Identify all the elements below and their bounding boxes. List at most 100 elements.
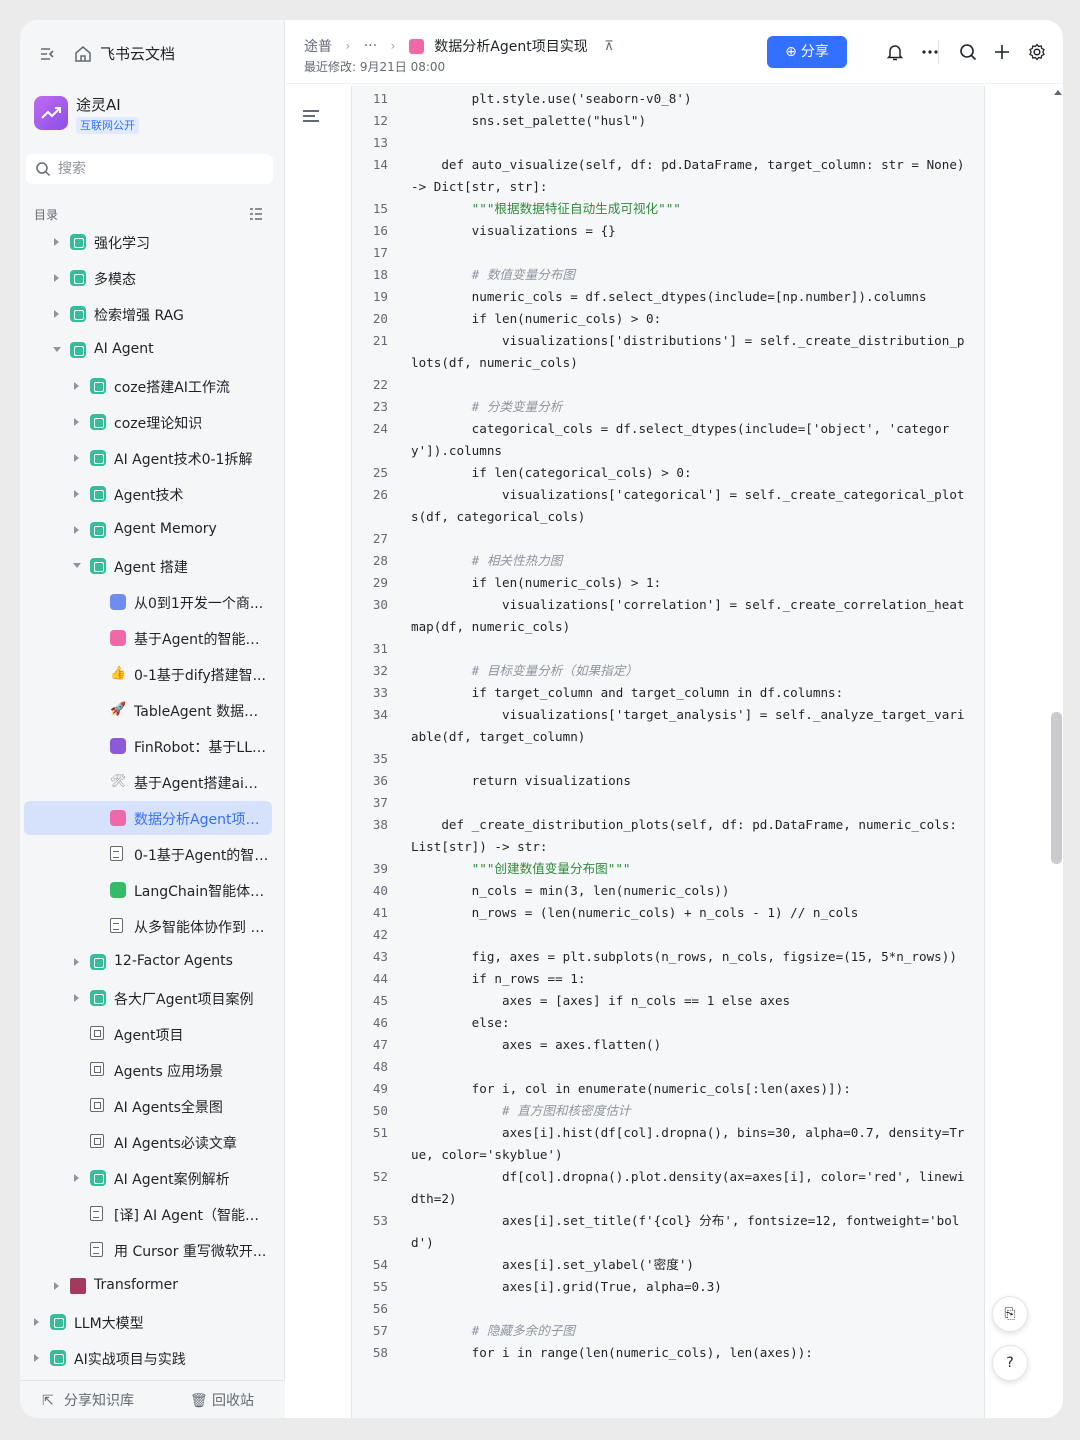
sidebar-item[interactable]: AI Agent xyxy=(20,332,285,368)
globe-icon: ⊕ xyxy=(785,44,797,60)
sidebar-item[interactable]: 从多智能体协作到 A... xyxy=(20,908,285,944)
sidebar-item[interactable]: 各大厂Agent项目案例 xyxy=(20,980,285,1016)
line-number: 39 xyxy=(372,861,388,876)
code-text: else: xyxy=(411,1015,510,1030)
toc-heading: 目录 xyxy=(34,208,59,222)
sidebar-item[interactable]: coze理论知识 xyxy=(20,404,285,440)
code-text: sns.set_palette("husl") xyxy=(411,113,647,128)
trend-icon xyxy=(41,107,61,119)
sidebar-item[interactable]: LangChain智能体开... xyxy=(20,872,285,908)
code-line: 39 """创建数值变量分布图""" xyxy=(352,858,984,880)
sidebar-item[interactable]: Agent技术 xyxy=(20,476,285,512)
sidebar-item[interactable]: AI Agents全景图 xyxy=(20,1088,285,1124)
scrollbar-thumb[interactable] xyxy=(1051,712,1062,864)
chevron-right-icon[interactable] xyxy=(74,454,79,462)
code-line: 48 xyxy=(352,1056,984,1078)
sidebar-item-label: AI Agent xyxy=(94,341,154,357)
sidebar-item[interactable]: 🛠 基于Agent搭建ai论... xyxy=(20,764,285,800)
outline-toggle-icon[interactable] xyxy=(303,108,321,124)
sidebar-item-label: 数据分析Agent项目... xyxy=(134,812,270,828)
chevron-right-icon[interactable] xyxy=(54,1282,59,1290)
plus-icon[interactable] xyxy=(992,42,1012,62)
doc-doc-icon xyxy=(110,846,123,861)
pin-icon[interactable]: ⊼ xyxy=(604,39,614,54)
scroll-up-arrow-icon[interactable] xyxy=(1054,90,1062,95)
sidebar-item[interactable]: AI Agent技术0-1拆解 xyxy=(20,440,285,476)
chevron-right-icon[interactable] xyxy=(54,310,59,318)
bell-icon[interactable] xyxy=(885,42,905,62)
code-text: axes[i].set_ylabel('密度') xyxy=(411,1257,694,1272)
line-number: 23 xyxy=(372,399,388,414)
chevron-right-icon[interactable] xyxy=(54,238,59,246)
help-icon[interactable]: ? xyxy=(992,1345,1028,1381)
sidebar-item[interactable]: 多模态 xyxy=(20,260,285,296)
sidebar-item[interactable]: Agent项目 xyxy=(20,1016,285,1052)
sidebar-item[interactable]: 数据分析Agent项目... xyxy=(20,800,285,836)
code-line: 53 axes[i].set_title(f'{col} 分布', fontsi… xyxy=(352,1210,984,1254)
chevron-right-icon[interactable] xyxy=(34,1354,39,1362)
chevron-right-icon[interactable] xyxy=(74,418,79,426)
chevron-down-icon[interactable] xyxy=(73,563,81,568)
sidebar-item[interactable]: 12-Factor Agents xyxy=(20,944,285,980)
toc-sort-icon[interactable] xyxy=(248,206,264,222)
line-number: 31 xyxy=(372,641,388,656)
sidebar-item[interactable]: 检索增强 RAG xyxy=(20,296,285,332)
sidebar-item[interactable]: AI实战项目与实践 xyxy=(20,1340,285,1376)
sidebar-item[interactable]: 0-1基于Agent的智能... xyxy=(20,836,285,872)
sidebar-item[interactable]: 基于Agent的智能客... xyxy=(20,620,285,656)
chevron-right-icon[interactable] xyxy=(74,1174,79,1182)
chevron-right-icon[interactable] xyxy=(74,526,79,534)
chevron-right-icon[interactable] xyxy=(34,1318,39,1326)
collapse-sidebar-icon[interactable] xyxy=(38,44,58,64)
chevron-right-icon[interactable] xyxy=(74,958,79,966)
sidebar-search[interactable] xyxy=(26,154,273,184)
chevron-right-icon[interactable] xyxy=(74,994,79,1002)
sidebar-item[interactable]: 🚀 TableAgent 数据分... xyxy=(20,692,285,728)
more-icon[interactable] xyxy=(920,42,940,62)
code-line: 22 xyxy=(352,374,984,396)
chevron-right-icon[interactable] xyxy=(74,490,79,498)
gear-icon[interactable] xyxy=(1027,42,1047,62)
line-number: 37 xyxy=(372,795,388,810)
crumb-current[interactable]: 数据分析Agent项目实现 xyxy=(434,36,587,56)
sidebar-item[interactable]: [译] AI Agent（智能体... xyxy=(20,1196,285,1232)
share-button[interactable]: ⊕ 分享 xyxy=(767,36,847,68)
chevron-right-icon[interactable] xyxy=(74,382,79,390)
crumb-more[interactable]: ··· xyxy=(364,38,377,54)
sidebar-item[interactable]: Transformer xyxy=(20,1268,285,1304)
sidebar-item-label: Transformer xyxy=(94,1277,179,1293)
home-icon[interactable] xyxy=(74,45,92,63)
line-number: 45 xyxy=(372,993,388,1008)
code-line: 47 axes = axes.flatten() xyxy=(352,1034,984,1056)
brand-name[interactable]: 飞书云文档 xyxy=(100,43,175,64)
sidebar-item[interactable]: LLM大模型 xyxy=(20,1304,285,1340)
sidebar-item[interactable]: 用 Cursor 重写微软开... xyxy=(20,1232,285,1268)
box-doc-icon xyxy=(90,1062,104,1076)
share-kb-button[interactable]: ⇱ 分享知识库 xyxy=(42,1390,134,1410)
chevron-down-icon[interactable] xyxy=(53,347,61,352)
sidebar-item[interactable]: 从0到1开发一个商... xyxy=(20,584,285,620)
sidebar-item[interactable]: 强化学习 xyxy=(20,224,285,260)
line-number: 47 xyxy=(372,1037,388,1052)
sidebar-item[interactable]: AI Agents必读文章 xyxy=(20,1124,285,1160)
chevron-right-icon[interactable] xyxy=(54,274,59,282)
sidebar-item[interactable]: 👍 0-1基于dify搭建智... xyxy=(20,656,285,692)
search-input[interactable] xyxy=(58,158,258,180)
sidebar-item-label: AI Agent案例解析 xyxy=(114,1172,230,1188)
copy-link-icon[interactable]: ⎘ xyxy=(992,1296,1028,1332)
sidebar-item[interactable]: FinRobot：基于LLM... xyxy=(20,728,285,764)
box-doc-icon xyxy=(90,1134,104,1148)
sidebar-item[interactable]: Agent 搭建 xyxy=(20,548,285,584)
teal-doc-icon xyxy=(70,234,86,250)
line-number: 44 xyxy=(372,971,388,986)
code-block[interactable]: 11 plt.style.use('seaborn-v0_8') 12 sns.s… xyxy=(351,86,985,1418)
trash-button[interactable]: 🗑 回收站 xyxy=(190,1390,254,1410)
crumb-root[interactable]: 途普 xyxy=(304,36,332,56)
sidebar-item[interactable]: Agents 应用场景 xyxy=(20,1052,285,1088)
line-number: 17 xyxy=(372,245,388,260)
search-icon[interactable] xyxy=(958,42,978,62)
sidebar-item[interactable]: Agent Memory xyxy=(20,512,285,548)
sidebar-item[interactable]: coze搭建AI工作流 xyxy=(20,368,285,404)
knowledge-base-card[interactable]: 途灵AI 互联网公开 xyxy=(34,92,274,138)
sidebar-item[interactable]: AI Agent案例解析 xyxy=(20,1160,285,1196)
